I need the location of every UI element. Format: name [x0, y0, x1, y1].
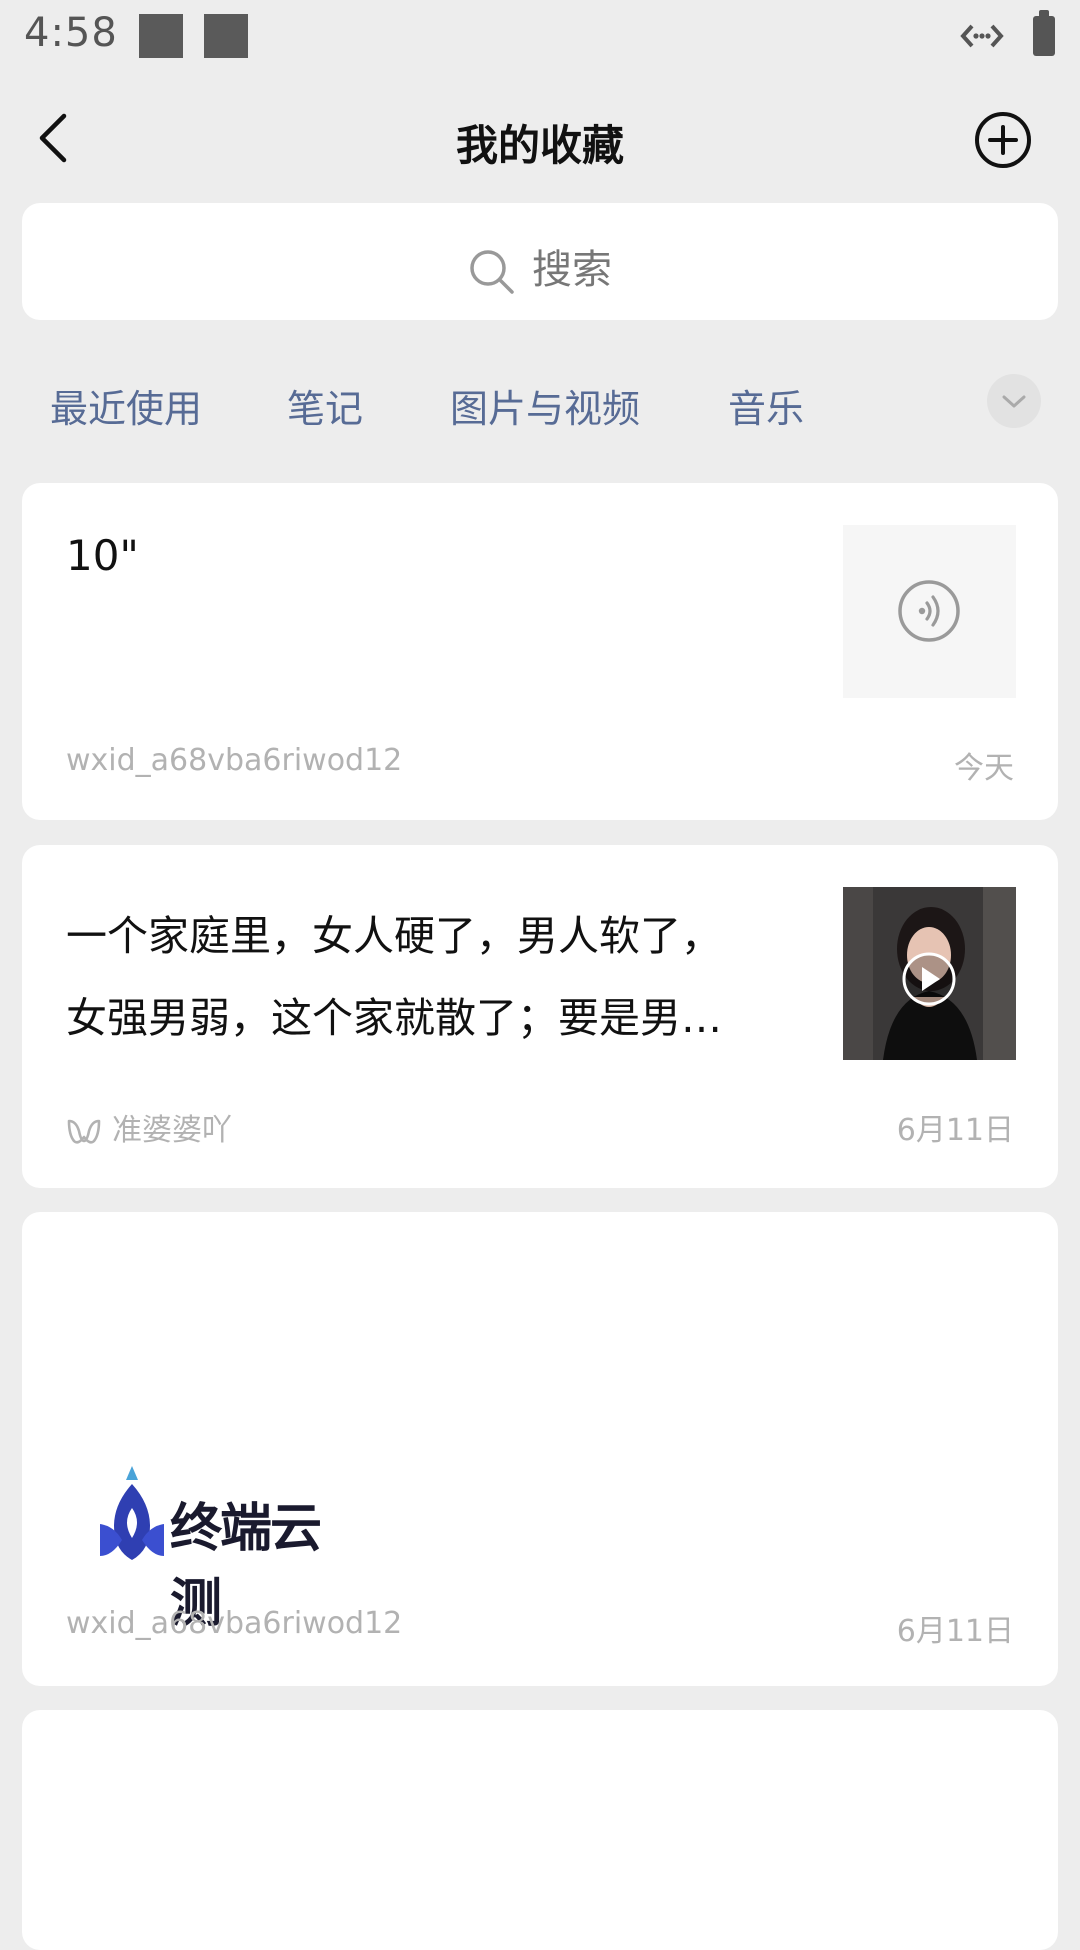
more-categories-button[interactable] — [987, 374, 1041, 428]
item-text-line: 一个家庭里，女人硬了，男人软了， — [66, 912, 722, 960]
nav-bar: 我的收藏 — [0, 90, 1080, 185]
item-date: 6月11日 — [896, 1614, 1014, 1649]
favorite-item-voice[interactable]: 10" wxid_a68vba6riwod12 今天 — [22, 483, 1058, 820]
data-transfer-icon — [960, 24, 1004, 48]
notification-icon — [204, 14, 248, 58]
video-thumbnail — [843, 887, 1016, 1060]
tab-notes[interactable]: 笔记 — [287, 378, 363, 433]
item-text-line: 女强男弱，这个家就散了；要是男… — [66, 994, 722, 1042]
search-placeholder: 搜索 — [532, 247, 612, 293]
battery-icon — [1033, 10, 1055, 56]
tab-music[interactable]: 音乐 — [728, 378, 804, 433]
notification-icon — [139, 14, 183, 58]
item-source: 准婆婆吖 — [66, 1105, 232, 1149]
item-text: 一个家庭里，女人硬了，男人软了， 女强男弱，这个家就散了；要是男… — [66, 895, 826, 1059]
item-source: wxid_a68vba6riwod12 — [66, 743, 403, 778]
page-title: 我的收藏 — [455, 121, 624, 170]
item-source-name: 准婆婆吖 — [112, 1113, 232, 1148]
item-source: wxid_a68vba6riwod12 — [66, 1606, 403, 1641]
item-date: 6月11日 — [896, 1113, 1014, 1148]
add-icon[interactable] — [973, 110, 1033, 170]
image-preview: 终端云测 — [92, 1464, 364, 1634]
logo-mark — [100, 1466, 164, 1560]
status-time: 4:58 — [24, 10, 118, 56]
status-bar: 4:58 — [0, 0, 1080, 75]
channels-icon — [67, 1119, 101, 1144]
voice-icon — [898, 580, 960, 642]
chevron-down-icon — [1002, 395, 1026, 408]
favorite-item[interactable] — [22, 1710, 1058, 1950]
tab-recent[interactable]: 最近使用 — [50, 378, 202, 433]
search-icon — [470, 250, 514, 294]
voice-thumbnail — [843, 525, 1016, 698]
favorite-item-video[interactable]: 一个家庭里，女人硬了，男人软了， 女强男弱，这个家就散了；要是男… 准婆婆吖 6… — [22, 845, 1058, 1188]
favorite-item-image[interactable]: 终端云测 wxid_a68vba6riwod12 6月11日 — [22, 1212, 1058, 1686]
category-tabs: 最近使用 笔记 图片与视频 音乐 — [0, 370, 1080, 440]
video-thumbnail-art — [843, 887, 1016, 1060]
tab-images-videos[interactable]: 图片与视频 — [450, 378, 640, 433]
search-bar[interactable]: 搜索 — [22, 203, 1058, 320]
item-date: 今天 — [954, 751, 1014, 786]
voice-duration: 10" — [66, 531, 139, 580]
